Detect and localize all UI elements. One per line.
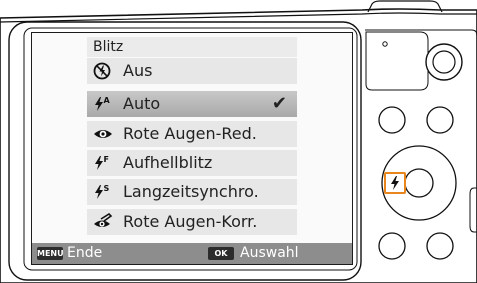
bottom-bar: MENU Ende OK Auswahl	[32, 243, 352, 264]
ok-key-icon: OK	[208, 247, 234, 260]
checkmark-icon: ✔	[271, 93, 287, 114]
select-label: Auswahl	[240, 245, 299, 261]
menu-item-label: Aus	[123, 61, 153, 80]
menu-item-label: Auto	[123, 94, 161, 113]
menu-item-label: Rote Augen-Red.	[123, 124, 257, 143]
flash-auto-icon: A	[93, 95, 115, 113]
menu-item-rote-augen-red[interactable]: Rote Augen-Red.	[87, 121, 297, 147]
function-button	[426, 106, 454, 134]
fill-in-flash-icon: F	[93, 154, 115, 172]
flash-off-icon	[93, 62, 115, 80]
menu-title: Blitz	[87, 37, 297, 57]
camera-screen: Blitz Aus A Auto ✔ Rote Augen-Red. F Auf…	[31, 32, 353, 265]
flash-icon	[391, 176, 399, 190]
menu-item-aus[interactable]: Aus	[87, 58, 297, 84]
red-eye-fix-icon	[93, 212, 115, 231]
menu-item-label: Rote Augen-Korr.	[123, 212, 258, 231]
ok-button	[404, 168, 434, 198]
menu-button	[378, 232, 406, 260]
flash-button[interactable]	[384, 172, 406, 194]
svg-text:F: F	[104, 155, 109, 164]
svg-text:A: A	[104, 96, 111, 105]
menu-item-rote-augen-korr[interactable]: Rote Augen-Korr.	[87, 209, 297, 235]
delete-button	[426, 232, 454, 260]
red-eye-reduction-icon	[93, 125, 115, 143]
exit-label: Ende	[67, 245, 103, 261]
menu-item-langzeitsynchro[interactable]: S Langzeitsynchro.	[87, 179, 297, 205]
menu-item-label: Aufhellblitz	[123, 153, 213, 172]
slow-sync-icon: S	[93, 183, 115, 201]
menu-item-auto[interactable]: A Auto ✔	[87, 91, 297, 117]
menu-item-label: Langzeitsynchro.	[123, 182, 259, 201]
menu-key-icon: MENU	[37, 247, 64, 260]
svg-text:S: S	[104, 184, 110, 193]
menu-item-aufhellblitz[interactable]: F Aufhellblitz	[87, 150, 297, 176]
playback-button	[378, 106, 406, 134]
